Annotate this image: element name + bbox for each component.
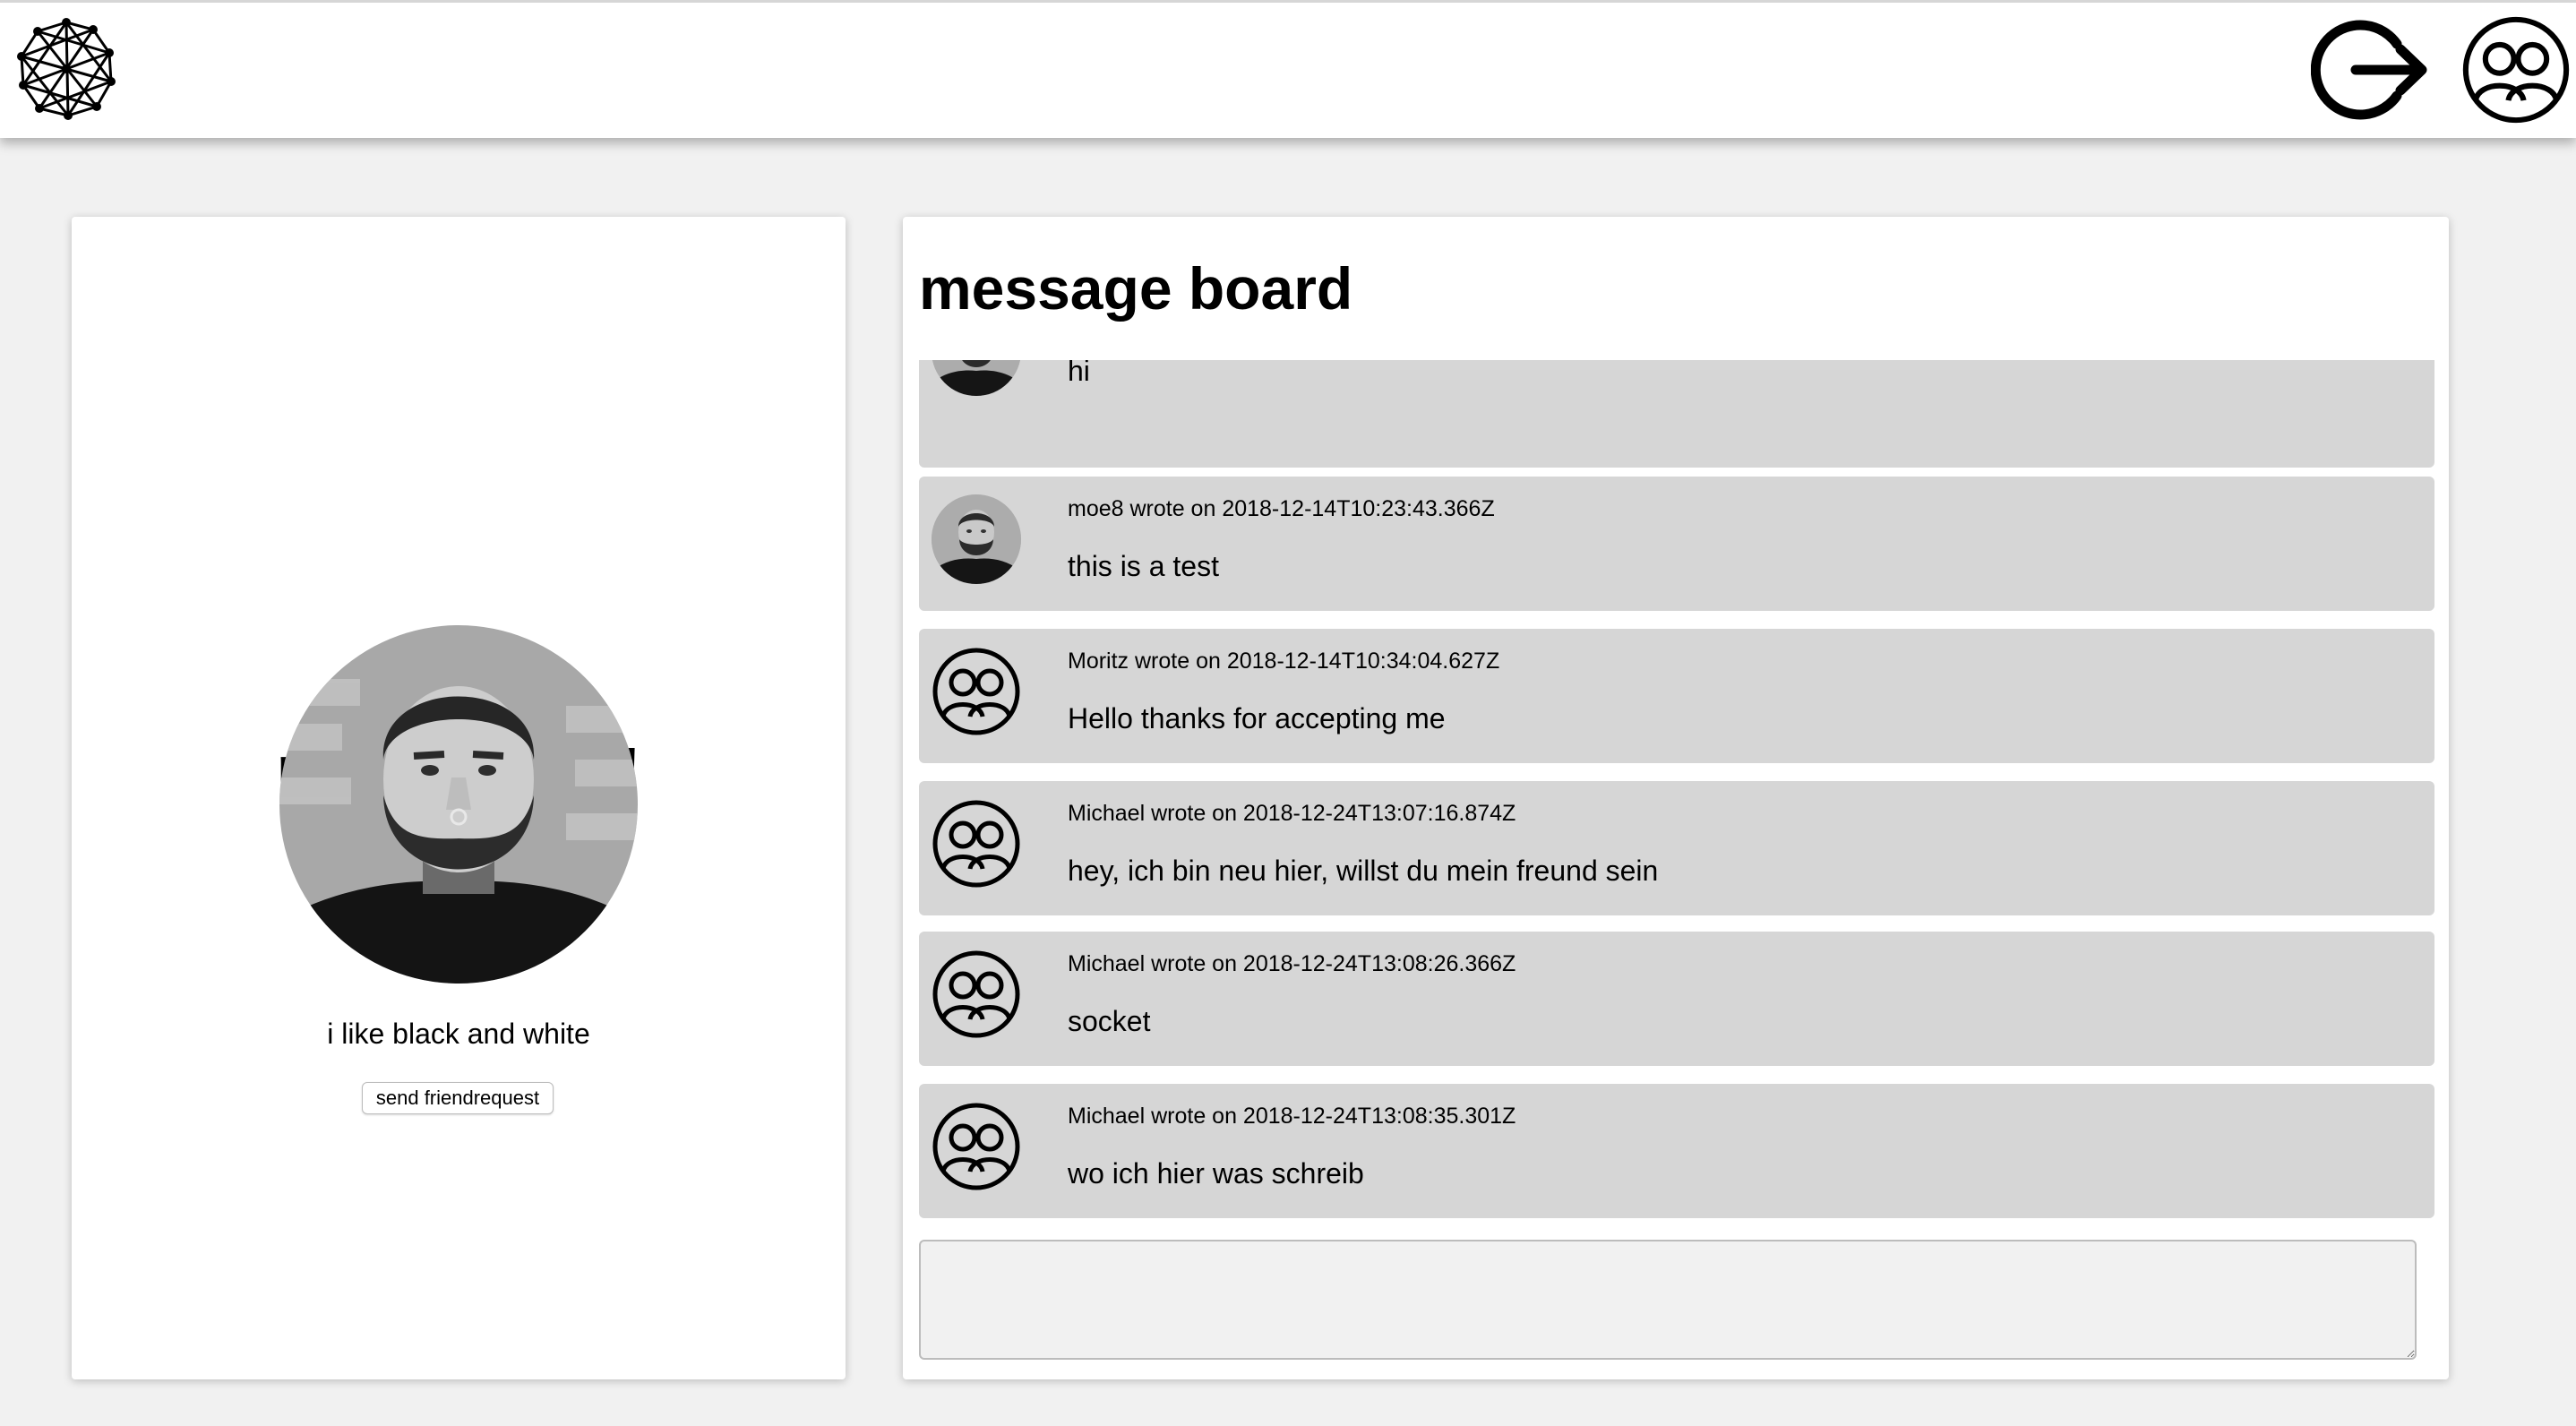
message-board-title: message board	[919, 255, 1353, 322]
friends-icon	[932, 647, 1021, 736]
message-meta: Moritz wrote on 2018-12-14T10:34:04.627Z	[1068, 649, 1500, 674]
message-item: Michael wrote on 2018-12-24T13:08:35.301…	[919, 1084, 2434, 1218]
send-friend-request-button[interactable]: send friendrequest	[362, 1082, 554, 1114]
message-meta: moe8 wrote on 2018-12-14T10:23:43.366Z	[1068, 496, 1495, 521]
message-input[interactable]	[919, 1240, 2417, 1360]
author-avatar	[932, 494, 1021, 584]
friends-icon	[2461, 15, 2571, 125]
message-meta: Michael wrote on 2018-12-24T13:08:26.366…	[1068, 951, 1516, 976]
message-meta: Michael wrote on 2018-12-24T13:08:35.301…	[1068, 1104, 1516, 1129]
message-item: Moritz wrote on 2018-12-14T10:34:04.627Z…	[919, 629, 2434, 763]
message-text: this is a test	[1068, 550, 1219, 582]
message-item: moe8 wrote on 2018-12-14T10:23:43.366Z t…	[919, 477, 2434, 611]
logout-icon	[2310, 20, 2427, 120]
author-avatar	[932, 360, 1021, 396]
message-item: Michael wrote on 2018-12-24T13:07:16.874…	[919, 781, 2434, 915]
network-globe-icon[interactable]	[16, 17, 116, 121]
message-text: Hello thanks for accepting me	[1068, 702, 1446, 734]
profile-card: moe8 Profile! i like black a	[72, 217, 846, 1379]
friends-button[interactable]	[2461, 15, 2571, 125]
message-text: wo ich hier was schreib	[1068, 1157, 1364, 1190]
message-item: hi	[919, 360, 2434, 468]
top-navigation-bar	[0, 0, 2576, 138]
message-text: hey, ich bin neu hier, willst du mein fr…	[1068, 855, 1659, 887]
friends-icon	[932, 1102, 1021, 1191]
message-board-card: message board hi moe8 wrote on 2018-12-1…	[903, 217, 2449, 1379]
message-meta: Michael wrote on 2018-12-24T13:07:16.874…	[1068, 801, 1516, 826]
message-item: Michael wrote on 2018-12-24T13:08:26.366…	[919, 932, 2434, 1066]
message-text: socket	[1068, 1005, 1151, 1037]
logout-button[interactable]	[2310, 19, 2433, 121]
profile-picture	[279, 625, 638, 984]
profile-bio: i like black and white	[327, 1018, 590, 1050]
message-text: hi	[1068, 360, 1090, 387]
friends-icon	[932, 799, 1021, 889]
friends-icon	[932, 949, 1021, 1039]
